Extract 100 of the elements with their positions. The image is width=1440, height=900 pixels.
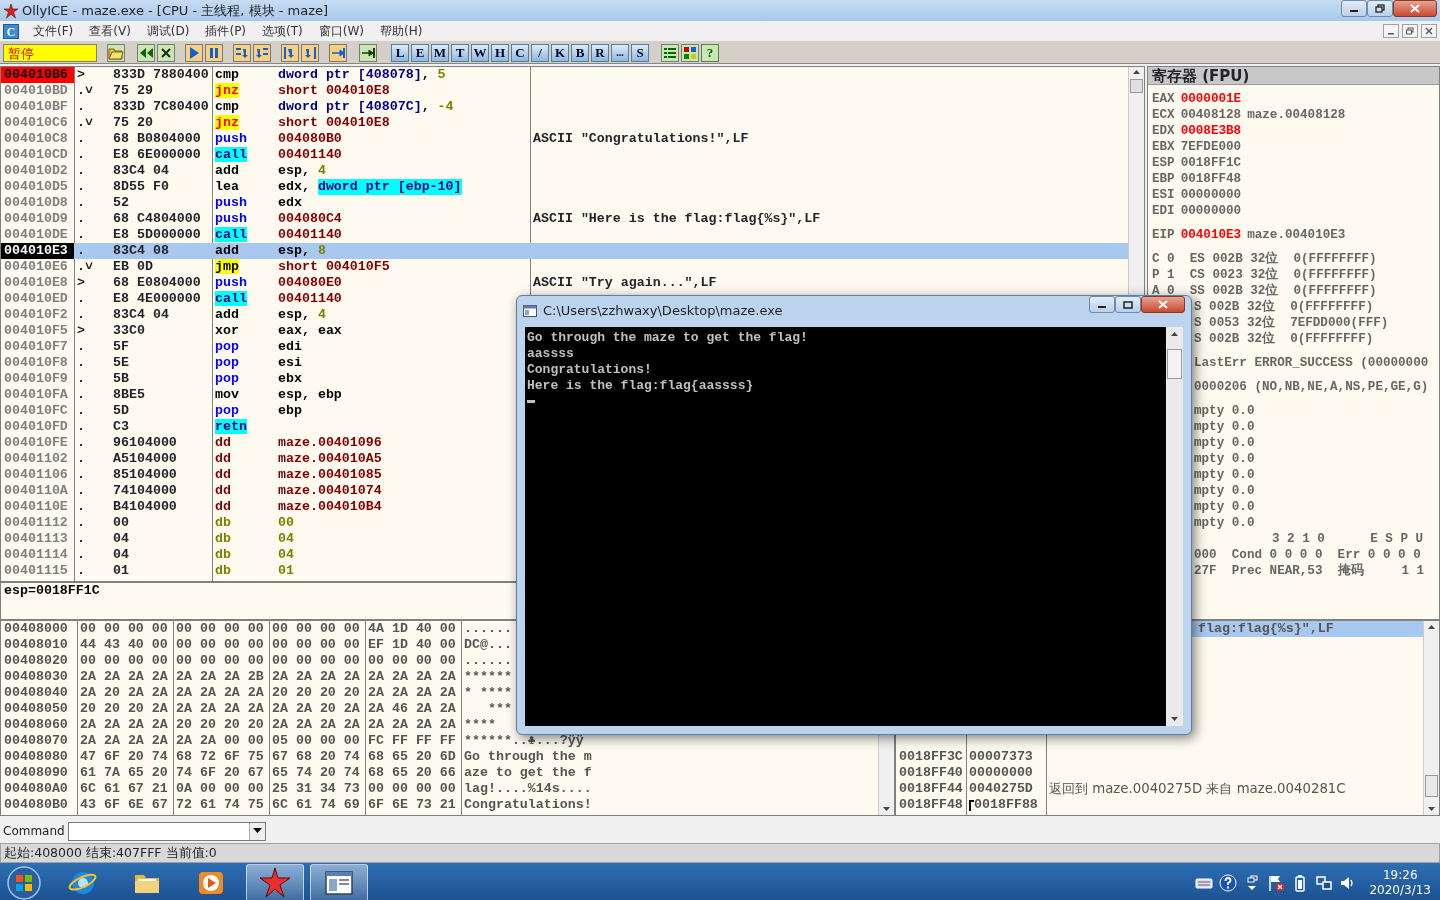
mnemonic: jnz: [215, 115, 239, 130]
operand: 00401140: [278, 147, 342, 163]
window-button[interactable]: W: [471, 43, 489, 62]
list-button[interactable]: [661, 43, 679, 62]
mnemonic: dd: [215, 467, 231, 482]
restore-icon: [1406, 27, 1414, 35]
window-button[interactable]: ...: [611, 43, 629, 62]
address-cell: 00408050: [4, 701, 68, 716]
operand: edx,: [278, 179, 311, 195]
close-button[interactable]: [1421, 24, 1437, 38]
goto-button[interactable]: [359, 43, 377, 62]
close-button[interactable]: [1141, 296, 1185, 313]
menu-item[interactable]: 选项(T): [254, 22, 311, 40]
window-button[interactable]: H: [491, 43, 509, 62]
window-button[interactable]: K: [551, 43, 569, 62]
minimize-button[interactable]: [1089, 296, 1115, 313]
scrollbar[interactable]: [1166, 327, 1183, 726]
menu-item[interactable]: 插件(P): [197, 22, 255, 40]
network-icon[interactable]: [1315, 874, 1334, 892]
jump-marker: .: [77, 547, 85, 562]
step-into-button[interactable]: [233, 43, 251, 62]
clock-date[interactable]: 2020/3/13: [1369, 883, 1431, 898]
jump-marker: .: [77, 483, 85, 498]
hex-cell: 2A 46 2A 2A: [368, 701, 456, 716]
operand: eax, eax: [278, 323, 342, 339]
command-field[interactable]: [67, 821, 266, 841]
jump-marker: .: [77, 147, 85, 162]
window-button[interactable]: E: [411, 43, 429, 62]
help-button[interactable]: ?: [701, 43, 719, 62]
register-line: A 0 SS 002B 32位 0(FFFFFFFF): [1152, 284, 1377, 298]
mnemonic: call: [215, 227, 247, 242]
console-icon: [523, 305, 537, 317]
selected-row[interactable]: 004010E3 . 83C4 08 add esp, 8: [1, 243, 1128, 259]
scrollbar-thumb[interactable]: [1130, 79, 1143, 93]
trace-over-button[interactable]: [301, 43, 319, 62]
operand: short 004010F5: [278, 259, 390, 275]
hex-cell: E8 5D000000: [113, 227, 201, 242]
operand: 4: [317, 307, 326, 323]
close-program-button[interactable]: [157, 43, 175, 62]
menu-item[interactable]: 查看(V): [81, 22, 139, 40]
window-button[interactable]: /: [531, 43, 549, 62]
window-button[interactable]: R: [591, 43, 609, 62]
clock-time[interactable]: 19:26: [1369, 868, 1431, 883]
mnemonic: db: [215, 531, 231, 546]
hex-cell: 83C4 04: [113, 163, 169, 178]
hex-cell: 2A 2A 20 2A: [272, 701, 360, 716]
window-button[interactable]: C: [511, 43, 529, 62]
register-value: 00000000: [1180, 203, 1242, 219]
register-value: 0008E3B8: [1180, 123, 1242, 139]
window-button[interactable]: S: [631, 43, 649, 62]
close-button[interactable]: [1393, 0, 1437, 17]
grid-button[interactable]: [681, 43, 699, 62]
hex-cell: 2A 2A 00 00: [176, 733, 264, 748]
scrollbar-thumb[interactable]: [1425, 775, 1438, 797]
jump-marker: >: [77, 67, 85, 82]
run-button[interactable]: [185, 43, 203, 62]
menu-item[interactable]: 窗口(W): [310, 22, 372, 40]
scrollbar-thumb[interactable]: [1167, 349, 1182, 379]
maximize-button[interactable]: [1115, 296, 1141, 313]
menu-item[interactable]: 帮助(H): [372, 22, 431, 40]
minimize-button[interactable]: [1383, 24, 1399, 38]
hex-cell: 5D: [113, 403, 129, 418]
taskbar-button[interactable]: [246, 864, 304, 900]
mnemonic: lea: [215, 179, 239, 194]
menu-item[interactable]: 文件(F): [25, 22, 82, 40]
star-icon: [258, 867, 292, 899]
start-button[interactable]: [6, 865, 42, 900]
execute-till-return-button[interactable]: [329, 43, 347, 62]
operand: maze.004010A5: [278, 451, 382, 467]
restart-button[interactable]: [137, 43, 155, 62]
mnemonic: pop: [215, 355, 239, 370]
hex-cell: 52: [113, 195, 129, 210]
window-button[interactable]: T: [451, 43, 469, 62]
register-name: EBP: [1152, 171, 1175, 187]
minimize-button[interactable]: [1341, 0, 1367, 17]
open-button[interactable]: [107, 43, 125, 62]
operand: ebp: [278, 403, 302, 419]
window-button[interactable]: B: [571, 43, 589, 62]
flag-icon[interactable]: [1267, 874, 1286, 892]
menu-item[interactable]: 调试(D): [138, 22, 198, 40]
address-cell: 0018FF44: [899, 781, 963, 796]
register-line: 27F Prec NEAR,53 掩码 1 1: [1194, 564, 1425, 578]
restore-button[interactable]: [1367, 0, 1393, 17]
window-button[interactable]: L: [391, 43, 409, 62]
hex-cell: 33C0: [113, 323, 145, 338]
operand: 004080B0: [278, 131, 342, 147]
restore-button[interactable]: [1402, 24, 1418, 38]
mnemonic: cmp: [215, 99, 239, 114]
jump-marker: .: [77, 291, 85, 306]
taskbar-button[interactable]: [310, 864, 368, 900]
window-button[interactable]: M: [431, 43, 449, 62]
address-cell-text: 00401113: [3, 531, 69, 547]
address-cell: 00408070: [4, 733, 68, 748]
trace-into-button[interactable]: [281, 43, 299, 62]
help-icon[interactable]: [1219, 874, 1238, 892]
scrollbar[interactable]: [1423, 621, 1439, 815]
step-over-button[interactable]: [253, 43, 271, 62]
value-cell: 00000000: [969, 765, 1033, 781]
register-line: mpty 0.0: [1194, 404, 1255, 418]
pause-button[interactable]: [205, 43, 223, 62]
